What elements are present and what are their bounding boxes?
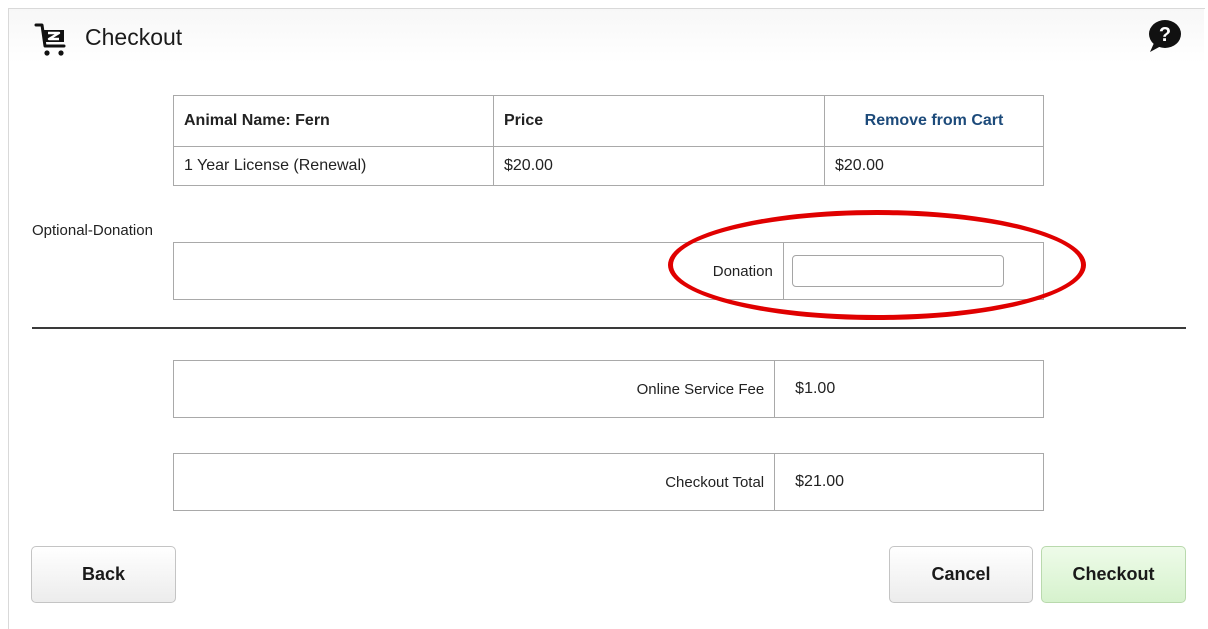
service-fee-label: Online Service Fee bbox=[172, 360, 776, 418]
service-fee-value: $1.00 bbox=[774, 360, 1044, 418]
divider bbox=[32, 327, 1186, 329]
header-bar bbox=[9, 9, 1204, 63]
back-button[interactable]: Back bbox=[31, 546, 176, 603]
checkout-button[interactable]: Checkout bbox=[1041, 546, 1186, 603]
cart-table: Animal Name: Fern Price Remove from Cart… bbox=[173, 95, 1044, 186]
item-description: 1 Year License (Renewal) bbox=[173, 146, 494, 186]
cancel-button[interactable]: Cancel bbox=[889, 546, 1033, 603]
table-row: 1 Year License (Renewal) $20.00 $20.00 bbox=[173, 146, 1044, 186]
column-price: Price bbox=[493, 95, 825, 147]
checkout-total-label: Checkout Total bbox=[172, 453, 776, 511]
item-price: $20.00 bbox=[493, 146, 825, 186]
cart-table-header: Animal Name: Fern Price Remove from Cart bbox=[173, 95, 1044, 147]
help-icon[interactable]: ? bbox=[1147, 19, 1183, 53]
donation-table: Donation bbox=[173, 242, 1045, 300]
optional-donation-label: Optional-Donation bbox=[32, 222, 153, 239]
donation-input[interactable] bbox=[791, 255, 1004, 287]
svg-text:?: ? bbox=[1159, 24, 1171, 46]
cart-icon bbox=[34, 23, 66, 56]
service-fee-table: Online Service Fee $1.00 bbox=[172, 360, 1044, 418]
page-title: Checkout bbox=[85, 24, 183, 50]
remove-from-cart-link[interactable]: Remove from Cart bbox=[824, 95, 1044, 147]
checkout-total-table: Checkout Total $21.00 bbox=[172, 453, 1044, 511]
item-amount: $20.00 bbox=[824, 146, 1044, 186]
column-animal-name: Animal Name: Fern bbox=[173, 95, 494, 147]
donation-label: Donation bbox=[173, 242, 784, 300]
donation-cell bbox=[782, 242, 1045, 300]
checkout-total-value: $21.00 bbox=[774, 453, 1044, 511]
